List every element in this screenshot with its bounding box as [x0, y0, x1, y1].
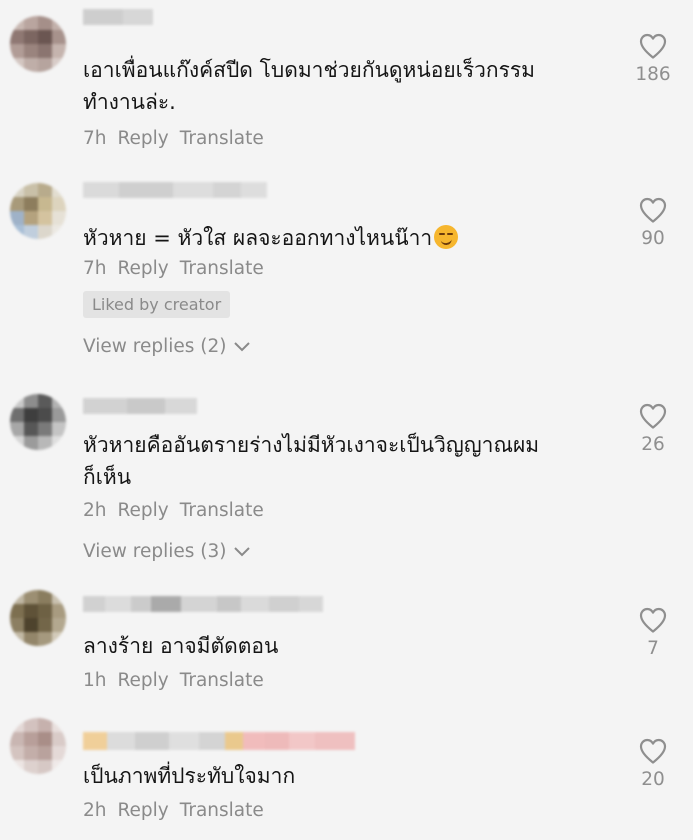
liked-by-creator-badge: Liked by creator	[83, 291, 231, 318]
heart-outline-icon	[639, 197, 667, 223]
comment-time: 2h	[83, 500, 107, 521]
comment-time: 7h	[83, 258, 107, 279]
heart-outline-icon	[639, 607, 667, 633]
comment-text: เป็นภาพที่ประทับใจมาก	[83, 764, 296, 788]
like-button[interactable]: 90	[629, 196, 677, 249]
username-obscured[interactable]	[83, 9, 153, 25]
comment-meta: 7h Reply Translate	[83, 128, 264, 149]
translate-button[interactable]: Translate	[180, 258, 264, 279]
reply-button[interactable]: Reply	[118, 800, 169, 821]
comment-text: เอาเพื่อนแก๊งค์สปีด โบดมาช่วยกันดูหน่อยเ…	[83, 58, 536, 114]
like-button[interactable]: 186	[629, 32, 677, 85]
username-obscured[interactable]	[83, 732, 355, 750]
comment-text-content: หัวหาย = หัวใส ผลจะออกทางไหนน๊าา	[83, 226, 433, 250]
username-obscured[interactable]	[83, 596, 323, 612]
view-replies-label: View replies (3)	[83, 541, 227, 562]
chevron-down-icon	[233, 341, 250, 351]
heart-outline-icon	[639, 738, 667, 764]
like-count: 20	[641, 769, 665, 790]
avatar[interactable]	[10, 183, 66, 239]
comment-time: 7h	[83, 128, 107, 149]
comment-meta: 1h Reply Translate	[83, 670, 264, 691]
like-count: 186	[635, 64, 671, 85]
like-button[interactable]: 7	[629, 606, 677, 659]
comment-text: หัวหาย = หัวใส ผลจะออกทางไหนน๊าา	[83, 222, 623, 254]
translate-button[interactable]: Translate	[180, 670, 264, 691]
heart-outline-icon	[639, 403, 667, 429]
comment-text: ลางร้าย อาจมีตัดตอน	[83, 634, 279, 658]
comment-meta: 7h Reply Translate	[83, 258, 264, 279]
chevron-down-icon	[233, 546, 250, 556]
like-count: 26	[641, 434, 665, 455]
reply-button[interactable]: Reply	[118, 128, 169, 149]
comment-time: 1h	[83, 670, 107, 691]
avatar[interactable]	[10, 16, 66, 72]
comment-text: หัวหายคืออันตรายร่างไม่มีหัวเงาจะเป็นวิญ…	[83, 433, 540, 489]
avatar[interactable]	[10, 394, 66, 450]
comment-meta: 2h Reply Translate	[83, 500, 264, 521]
like-button[interactable]: 20	[629, 737, 677, 790]
translate-button[interactable]: Translate	[180, 128, 264, 149]
comment-time: 2h	[83, 800, 107, 821]
reply-button[interactable]: Reply	[118, 670, 169, 691]
like-count: 7	[647, 638, 659, 659]
avatar[interactable]	[10, 590, 66, 646]
translate-button[interactable]: Translate	[180, 800, 264, 821]
username-obscured[interactable]	[83, 398, 197, 414]
like-button[interactable]: 26	[629, 402, 677, 455]
view-replies-button[interactable]: View replies (3)	[83, 541, 251, 562]
translate-button[interactable]: Translate	[180, 500, 264, 521]
username-obscured[interactable]	[83, 182, 267, 198]
view-replies-button[interactable]: View replies (2)	[83, 336, 251, 357]
heart-outline-icon	[639, 33, 667, 59]
reply-button[interactable]: Reply	[118, 500, 169, 521]
like-count: 90	[641, 228, 665, 249]
reply-button[interactable]: Reply	[118, 258, 169, 279]
view-replies-label: View replies (2)	[83, 336, 227, 357]
comment-meta: 2h Reply Translate	[83, 800, 264, 821]
avatar[interactable]	[10, 718, 66, 774]
smirking-face-emoji	[434, 225, 459, 249]
